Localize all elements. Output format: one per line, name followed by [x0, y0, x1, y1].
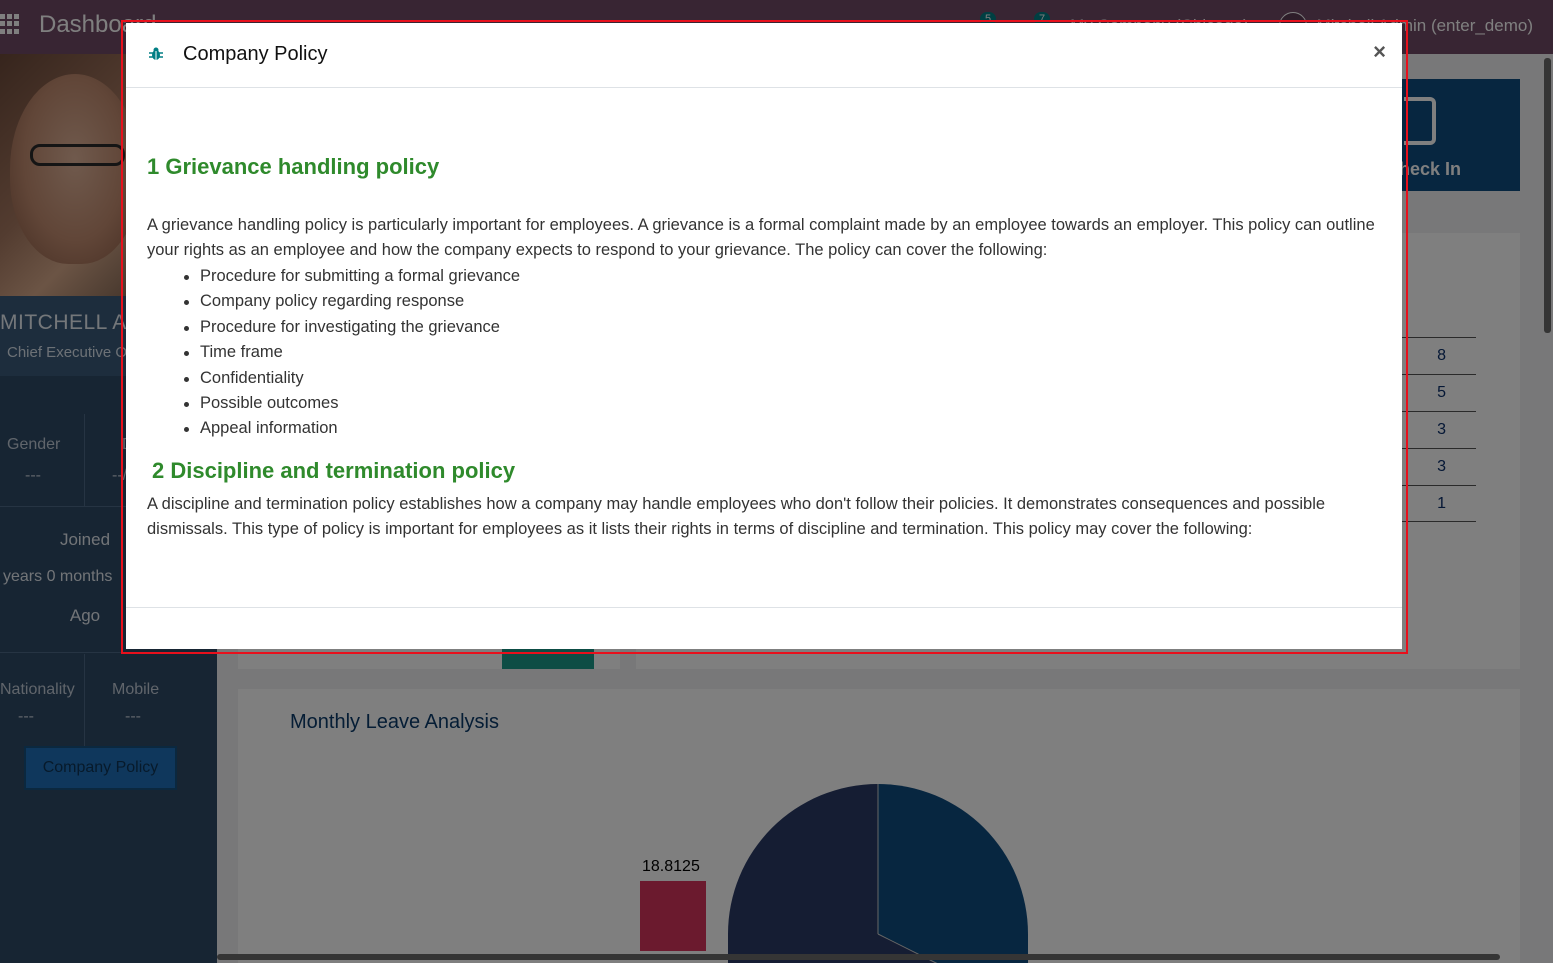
section-paragraph-grievance: A grievance handling policy is particula… — [147, 216, 1375, 259]
dialog-title: Company Policy — [183, 43, 328, 65]
grievance-bullet-list: Procedure for submitting a formal grieva… — [184, 264, 520, 442]
section-paragraph-discipline: A discipline and termination policy esta… — [147, 495, 1326, 538]
list-item: Procedure for investigating the grievanc… — [184, 315, 520, 340]
close-icon[interactable]: × — [1373, 39, 1386, 65]
dialog-header: Company Policy × — [126, 23, 1402, 88]
list-item: Confidentiality — [184, 366, 520, 391]
bug-icon — [149, 47, 163, 60]
dialog-footer — [126, 607, 1402, 649]
list-item: Possible outcomes — [184, 391, 520, 416]
section-heading-discipline: 2 Discipline and termination policy — [152, 458, 516, 483]
list-item: Time frame — [184, 340, 520, 365]
list-item: Company policy regarding response — [184, 289, 520, 314]
company-policy-dialog: Company Policy × 1 Grievance handling po… — [126, 23, 1402, 649]
section-heading-grievance: 1 Grievance handling policy — [147, 154, 440, 179]
list-item: Procedure for submitting a formal grieva… — [184, 264, 520, 289]
list-item: Appeal information — [184, 416, 520, 441]
